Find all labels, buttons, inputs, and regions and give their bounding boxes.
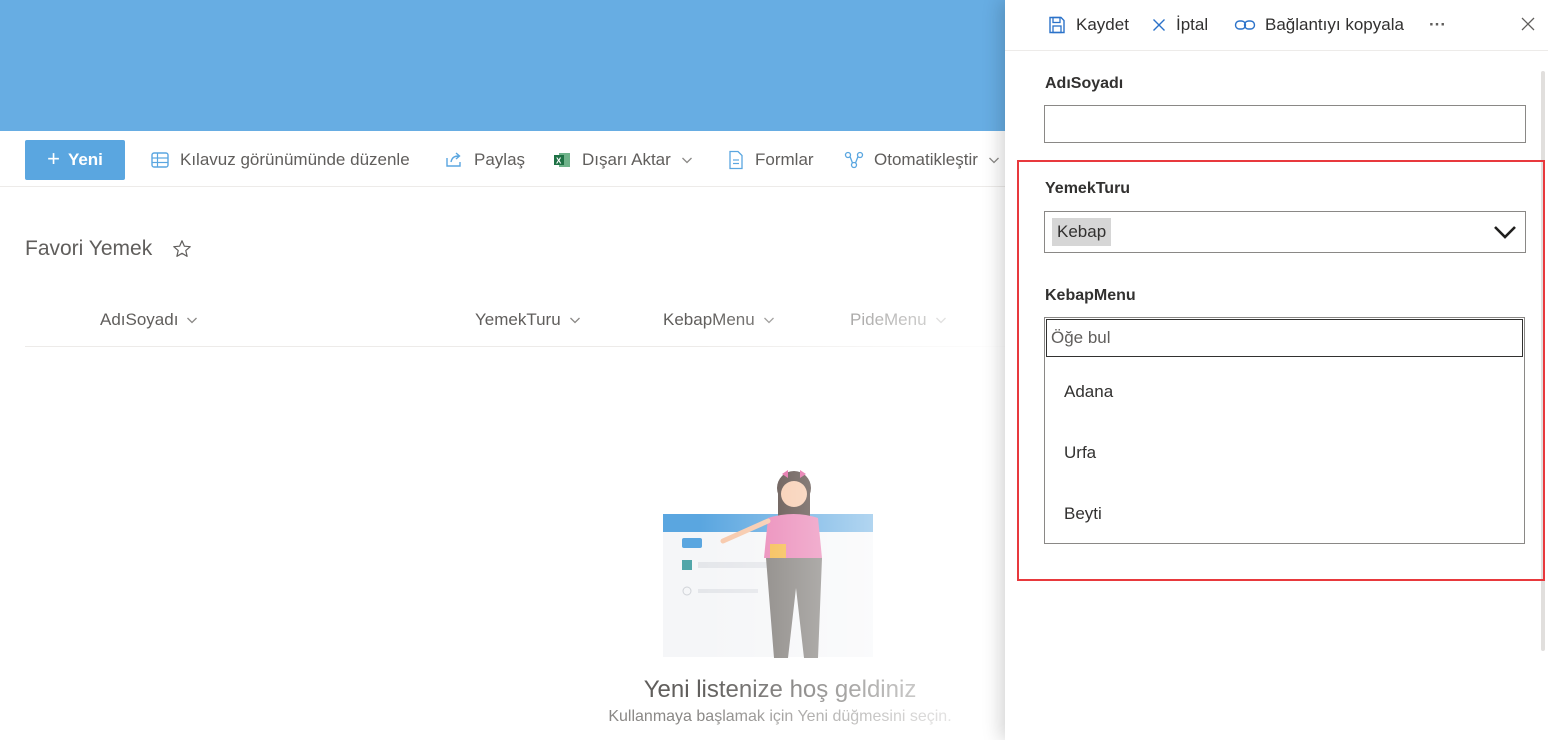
chevron-down-icon — [187, 317, 198, 324]
share-button[interactable]: Paylaş — [444, 148, 525, 172]
adisoyadi-input[interactable] — [1044, 105, 1526, 143]
kebapmenu-label: KebapMenu — [1045, 287, 1136, 304]
save-label: Kaydet — [1076, 15, 1129, 34]
column-header-pidemenu[interactable]: PideMenu — [850, 310, 947, 330]
panel-scrollbar[interactable] — [1538, 51, 1548, 740]
flow-icon — [844, 151, 864, 169]
chevron-down-icon — [763, 317, 774, 324]
option-beyti[interactable]: Beyti — [1045, 485, 1524, 543]
column-header-yemekturu[interactable]: YemekTuru — [475, 310, 581, 330]
empty-list-illustration — [663, 470, 873, 658]
scrollbar-track — [1541, 71, 1545, 651]
more-options-button[interactable]: ··· — [1429, 13, 1446, 37]
empty-state-title: Yeni listenize hoş geldiniz — [643, 676, 917, 703]
forms-button[interactable]: Formlar — [727, 148, 814, 172]
svg-text:X: X — [556, 157, 562, 166]
chevron-down-icon — [1494, 226, 1516, 239]
close-icon — [1153, 19, 1165, 31]
list-title: Favori Yemek — [25, 237, 153, 260]
chevron-down-icon — [988, 157, 999, 164]
yemekturu-label: YemekTuru — [1045, 180, 1131, 197]
share-icon — [446, 152, 461, 167]
column-header-label: KebapMenu — [663, 310, 755, 329]
find-item-input[interactable] — [1045, 318, 1524, 358]
selected-value-chip: Kebap — [1052, 218, 1112, 246]
plus-icon: + — [47, 146, 60, 171]
save-icon — [1049, 16, 1065, 34]
option-urfa[interactable]: Urfa — [1045, 424, 1524, 482]
column-header-label: AdıSoyadı — [100, 310, 179, 329]
edit-form-panel: Kaydet İptal Bağlantıyı kopyala ··· AdıS… — [1005, 0, 1548, 740]
close-panel-icon[interactable] — [1520, 16, 1536, 32]
link-icon — [1234, 20, 1256, 30]
column-header-kebapmenu[interactable]: KebapMenu — [663, 310, 775, 330]
forms-label: Formlar — [755, 150, 814, 169]
chevron-down-icon — [569, 317, 580, 324]
cancel-button[interactable]: İptal — [1151, 13, 1208, 37]
yemekturu-select[interactable]: Kebap — [1044, 211, 1526, 253]
new-button-label: Yeni — [67, 150, 103, 169]
command-bar-divider — [0, 186, 1005, 187]
excel-icon: X — [554, 153, 570, 167]
option-adana[interactable]: Adana — [1045, 363, 1524, 421]
grid-edit-button[interactable]: Kılavuz görünümünde düzenle — [150, 148, 410, 172]
share-label: Paylaş — [474, 150, 526, 169]
column-header-label: PideMenu — [850, 310, 927, 329]
more-icon: ··· — [1429, 15, 1446, 34]
kebapmenu-dropdown: Adana Urfa Beyti — [1044, 317, 1525, 544]
command-bar: + Yeni Kılavuz görünümünde düzenle Payla… — [0, 131, 1010, 187]
automate-label: Otomatikleştir — [874, 150, 978, 169]
column-header-divider — [25, 346, 1005, 347]
column-header-adisoyadi[interactable]: AdıSoyadı — [100, 310, 198, 330]
cancel-label: İptal — [1176, 15, 1209, 34]
automate-button[interactable]: Otomatikleştir — [844, 148, 1000, 172]
copy-link-button[interactable]: Bağlantıyı kopyala — [1234, 13, 1404, 37]
new-button[interactable]: + Yeni — [25, 140, 125, 180]
column-header-label: YemekTuru — [475, 310, 561, 329]
star-icon[interactable] — [172, 239, 192, 259]
chevron-down-icon — [935, 317, 946, 324]
export-label: Dışarı Aktar — [582, 150, 671, 169]
save-button[interactable]: Kaydet — [1047, 13, 1129, 37]
chevron-down-icon — [681, 157, 692, 164]
grid-edit-label: Kılavuz görünümünde düzenle — [180, 150, 410, 169]
adisoyadi-label: AdıSoyadı — [1045, 75, 1124, 92]
grid-icon — [151, 152, 169, 168]
export-button[interactable]: X Dışarı Aktar — [552, 148, 693, 172]
form-icon — [729, 150, 743, 170]
empty-state-subtitle: Kullanmaya başlamak için Yeni düğmesini … — [608, 708, 952, 725]
copy-link-label: Bağlantıyı kopyala — [1265, 15, 1404, 34]
panel-toolbar-divider — [1005, 50, 1548, 51]
